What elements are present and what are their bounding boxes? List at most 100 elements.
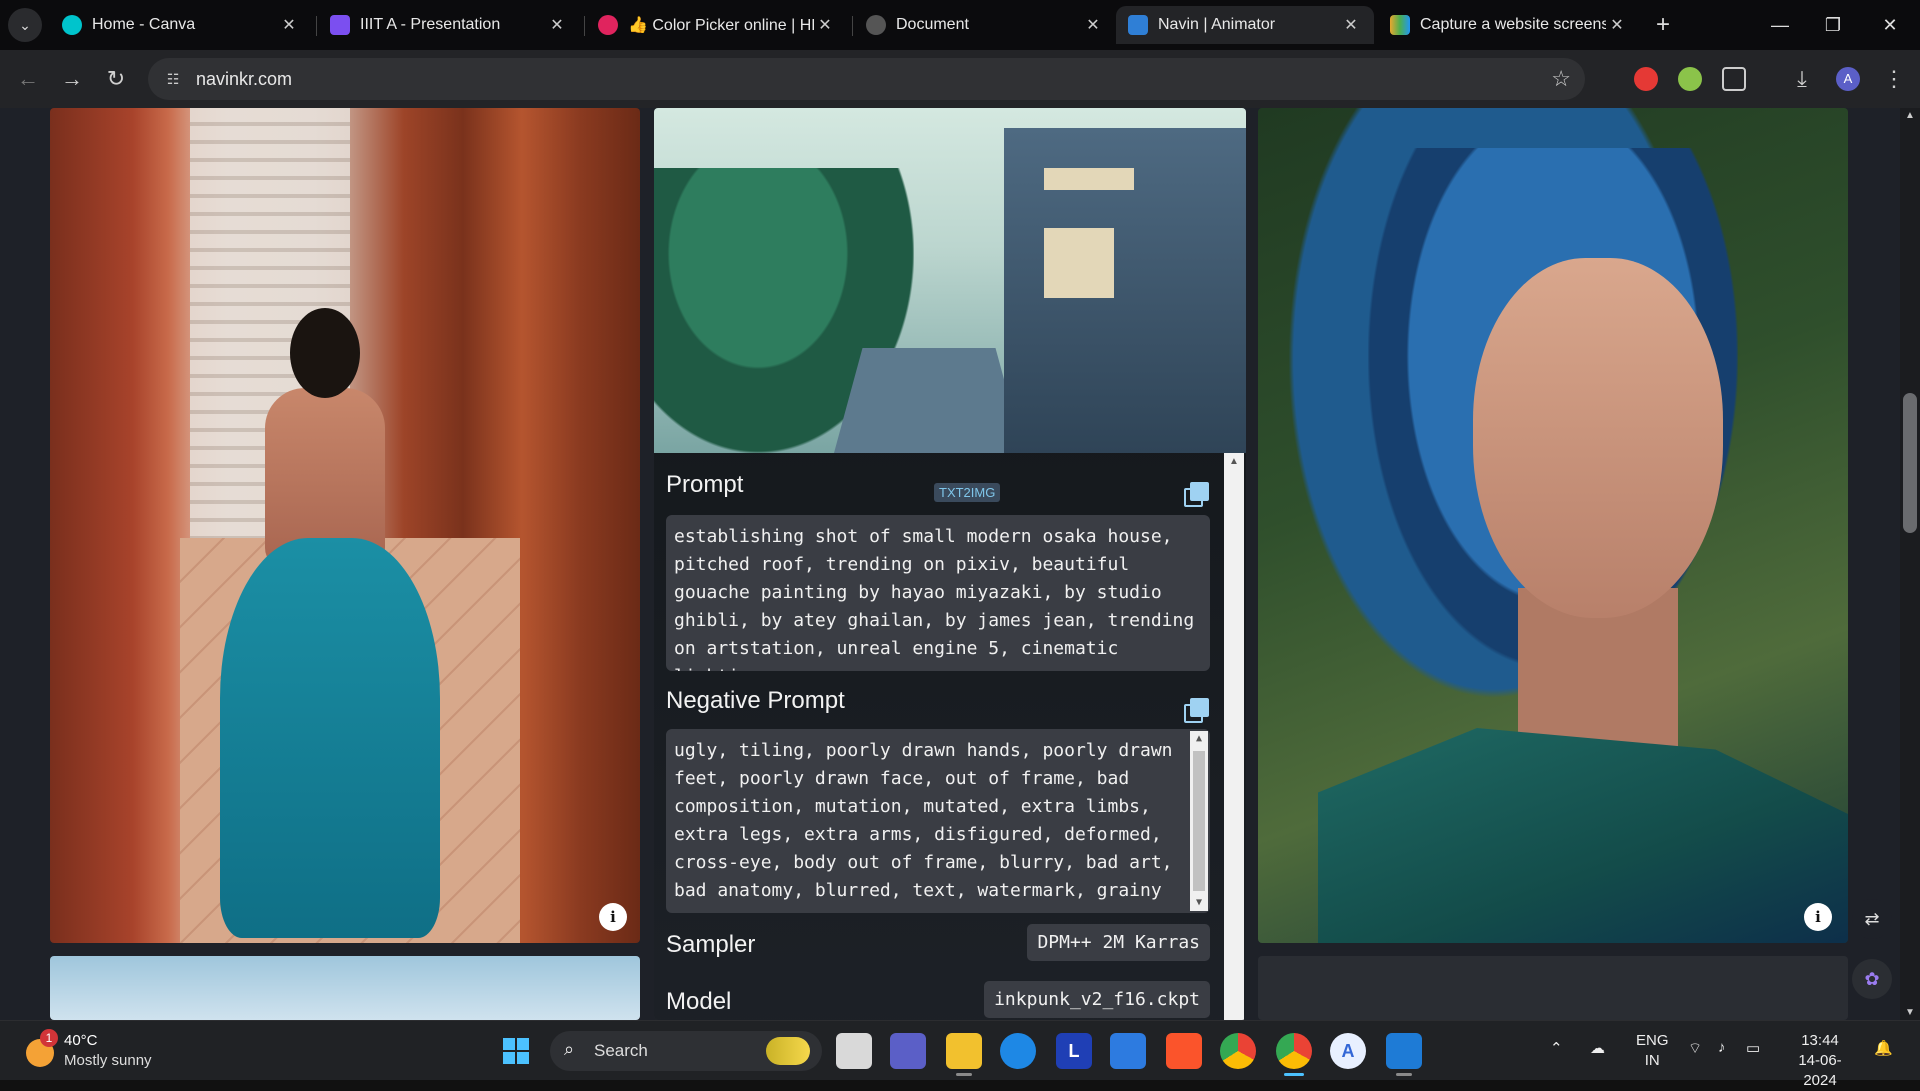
scroll-up-icon[interactable]: ▲	[1224, 453, 1244, 471]
image-detail	[220, 538, 440, 938]
battery-icon[interactable]: ▭	[1746, 1039, 1760, 1057]
gallery-image-dark[interactable]	[1258, 956, 1848, 1020]
chrome-icon[interactable]	[1220, 1033, 1256, 1069]
restore-button[interactable]: ❐	[1813, 10, 1853, 40]
presentation-favicon-icon	[330, 15, 350, 35]
language-top: ENG	[1636, 1032, 1669, 1049]
close-icon[interactable]: ✕	[278, 15, 300, 35]
close-icon[interactable]: ✕	[546, 15, 568, 35]
start-button[interactable]	[498, 1033, 534, 1069]
gallery-image-blue-hair-portrait[interactable]: i	[1258, 108, 1848, 943]
scroll-down-icon[interactable]: ▼	[1190, 895, 1208, 911]
close-icon[interactable]: ✕	[1606, 15, 1628, 35]
reload-button[interactable]: ↻	[100, 63, 132, 95]
tab-title: Capture a website screensh	[1420, 16, 1606, 33]
address-bar[interactable]: ☷ navinkr.com ☆	[148, 58, 1585, 100]
scroll-up-icon[interactable]: ▲	[1190, 731, 1208, 747]
chevron-down-icon: ⌄	[19, 16, 31, 33]
minimize-button[interactable]: —	[1760, 10, 1800, 40]
tab-color-picker[interactable]: 👍 Color Picker online | HE ✕	[586, 6, 848, 44]
close-icon[interactable]: ✕	[1082, 15, 1104, 35]
language-indicator[interactable]: ENG IN	[1636, 1031, 1669, 1071]
scroll-down-icon[interactable]: ▼	[1900, 1007, 1920, 1018]
image-detail	[1318, 728, 1848, 943]
model-label: Model	[666, 988, 732, 1015]
negative-prompt-text: ugly, tiling, poorly drawn hands, poorly…	[666, 729, 1210, 913]
close-icon[interactable]: ✕	[814, 15, 836, 35]
tab-title: Document	[896, 16, 969, 33]
search-label: Search	[594, 1041, 648, 1060]
new-tab-button[interactable]: +	[1648, 10, 1678, 40]
downloads-button[interactable]: ⤓	[1786, 63, 1818, 95]
a-app-icon[interactable]: A	[1330, 1033, 1366, 1069]
image-detail	[1044, 228, 1114, 298]
green-extension-icon[interactable]	[1678, 67, 1702, 91]
chrome-profile-icon[interactable]	[1276, 1033, 1312, 1069]
forward-button[interactable]: →	[56, 63, 88, 95]
brain-assistant-icon[interactable]: ✿	[1852, 959, 1892, 999]
tab-document[interactable]: Document ✕	[854, 6, 1116, 44]
gallery-image-osaka-house[interactable]	[654, 108, 1246, 453]
tab-presentation[interactable]: IIIT A - Presentation ✕	[318, 6, 580, 44]
search-highlight-icon	[766, 1037, 810, 1065]
clock[interactable]: 13:44 14-06-2024	[1784, 1031, 1856, 1091]
negative-prompt-scrollbar[interactable]: ▲ ▼	[1190, 731, 1208, 911]
bookmark-star-icon[interactable]: ☆	[1551, 66, 1571, 92]
running-indicator	[956, 1073, 972, 1076]
volume-icon[interactable]: ♪	[1718, 1039, 1726, 1056]
sampler-label: Sampler	[666, 931, 756, 958]
arrow-left-icon: ←	[17, 66, 39, 91]
site-settings-icon[interactable]: ☷	[162, 68, 184, 90]
edge-icon[interactable]	[1000, 1033, 1036, 1069]
notification-bell-icon[interactable]: 🔔	[1874, 1039, 1893, 1057]
info-icon[interactable]: i	[1804, 903, 1832, 931]
prompt-details-panel: Prompt TXT2IMG establishing shot of smal…	[654, 453, 1246, 1020]
tab-navin-animator[interactable]: Navin | Animator ✕	[1116, 6, 1374, 44]
mode-badge: TXT2IMG	[934, 483, 1001, 502]
scrollbar-thumb[interactable]	[1193, 751, 1205, 891]
details-scrollbar[interactable]: ▲	[1224, 453, 1244, 1020]
close-icon[interactable]: ✕	[1340, 15, 1362, 35]
copy-negative-prompt-icon[interactable]	[1184, 697, 1209, 723]
date: 14-06-2024	[1798, 1052, 1842, 1089]
profile-avatar[interactable]: A	[1836, 67, 1860, 91]
scroll-up-icon[interactable]: ▲	[1900, 110, 1920, 121]
file-explorer-icon[interactable]	[946, 1033, 982, 1069]
extensions-puzzle-icon[interactable]	[1722, 67, 1746, 91]
taskbar-search[interactable]: ⌕ Search	[550, 1031, 822, 1071]
back-button[interactable]: ←	[12, 63, 44, 95]
brave-icon[interactable]	[1166, 1033, 1202, 1069]
capture-favicon-icon	[1390, 15, 1410, 35]
adblock-extension-icon[interactable]	[1634, 67, 1658, 91]
gallery-image-sky[interactable]	[50, 956, 640, 1020]
language-bottom: IN	[1644, 1052, 1660, 1069]
tab-divider	[584, 16, 585, 36]
negative-prompt-content: ugly, tiling, poorly drawn hands, poorly…	[674, 740, 1173, 901]
notification-badge: 1	[40, 1029, 58, 1047]
tab-title: Home - Canva	[92, 16, 196, 33]
onedrive-offline-icon[interactable]: ☁	[1590, 1039, 1605, 1057]
scrollbar-thumb[interactable]	[1903, 393, 1917, 533]
meet-icon[interactable]	[890, 1033, 926, 1069]
gallery-image-saree-corridor[interactable]: i	[50, 108, 640, 943]
wifi-icon[interactable]: ⌔	[1688, 1039, 1702, 1058]
translate-icon[interactable]: ⇄	[1852, 899, 1892, 939]
close-window-button[interactable]: ✕	[1870, 10, 1910, 40]
task-view-icon[interactable]	[836, 1033, 872, 1069]
negative-prompt-heading: Negative Prompt	[666, 687, 845, 714]
info-icon[interactable]: i	[599, 903, 627, 931]
temperature: 40°C	[64, 1032, 98, 1049]
tab-search-button[interactable]: ⌄	[8, 8, 42, 42]
tab-canva[interactable]: Home - Canva ✕	[50, 6, 312, 44]
page-viewport: i Prompt TXT2IMG establishing shot of sm…	[0, 108, 1920, 1020]
l-app-icon[interactable]: L	[1056, 1033, 1092, 1069]
weather-description: Mostly sunny	[64, 1052, 152, 1069]
tab-capture-screenshot[interactable]: Capture a website screensh ✕	[1378, 6, 1640, 44]
pen-app-icon[interactable]	[1110, 1033, 1146, 1069]
image-detail	[834, 348, 1024, 453]
menu-button[interactable]: ⋮	[1878, 63, 1910, 95]
tray-overflow-icon[interactable]: ⌃	[1550, 1039, 1563, 1057]
page-scrollbar[interactable]: ▲ ▼	[1900, 108, 1920, 1020]
vscode-icon[interactable]	[1386, 1033, 1422, 1069]
copy-prompt-icon[interactable]	[1184, 481, 1209, 507]
